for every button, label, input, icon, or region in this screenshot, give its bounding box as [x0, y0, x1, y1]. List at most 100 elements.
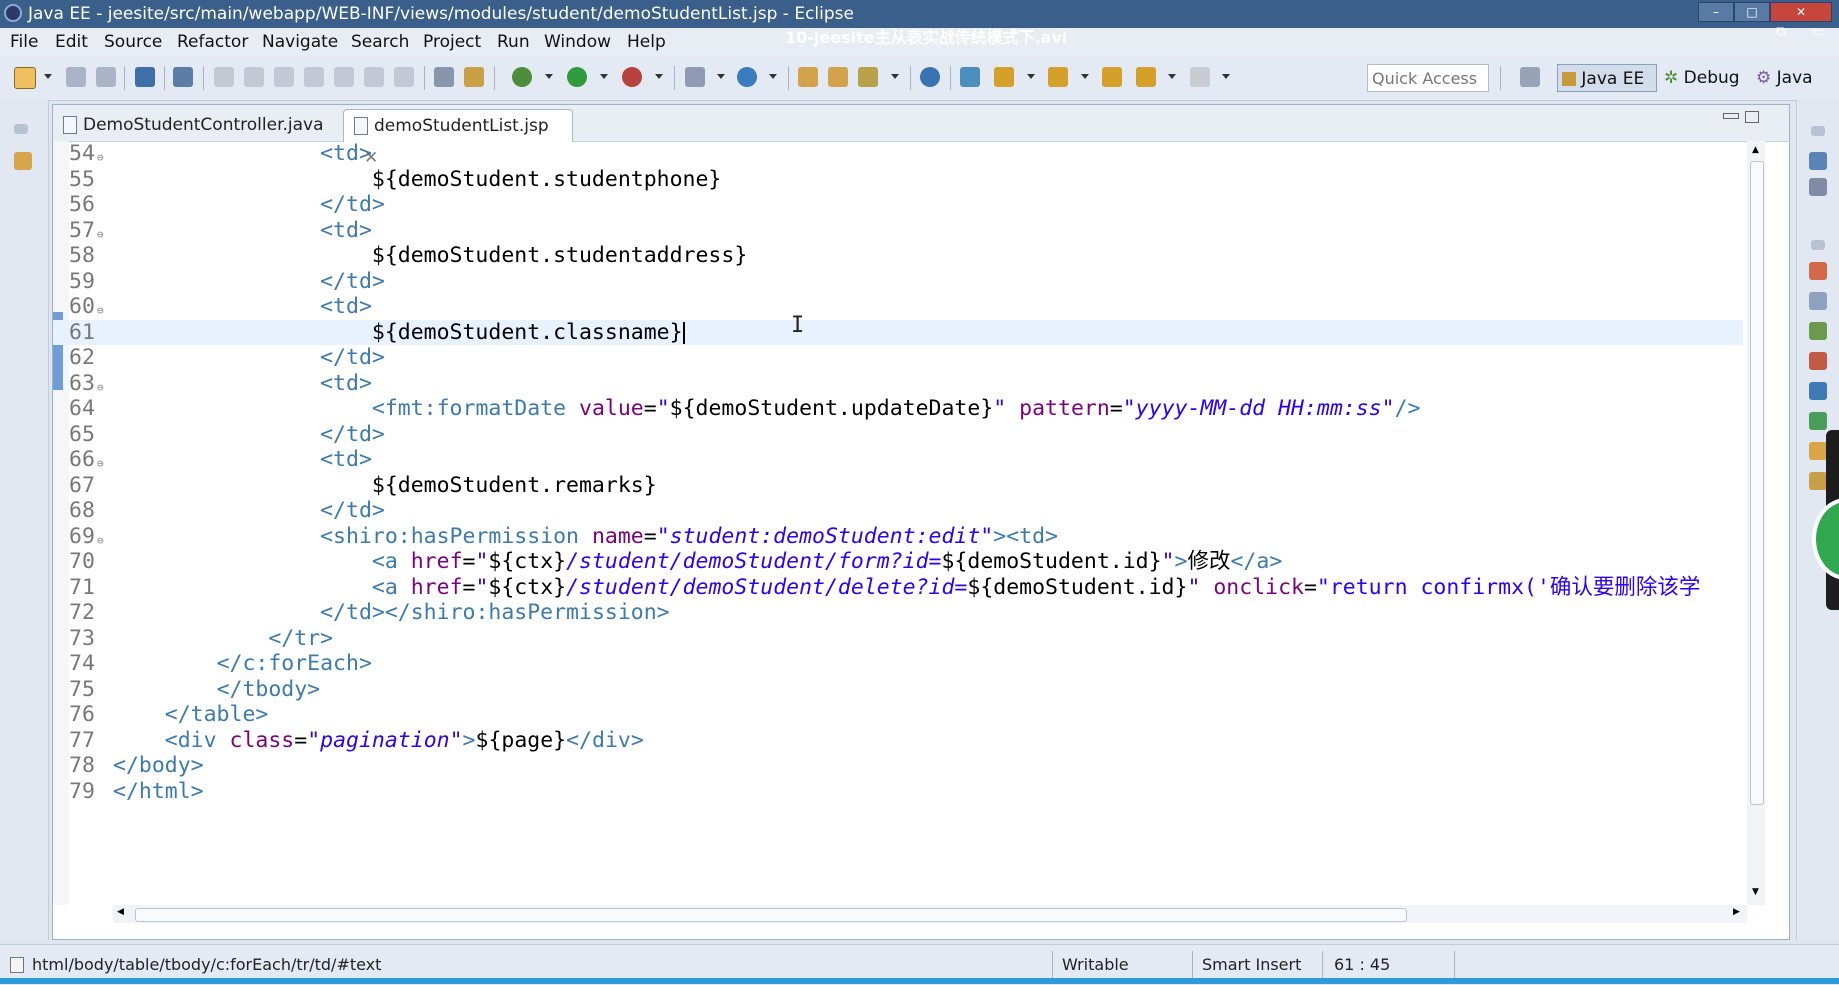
horizontal-scroll-thumb[interactable] [135, 908, 1407, 922]
restore-icon[interactable] [14, 124, 28, 134]
menu-project[interactable]: Project [423, 32, 481, 52]
code-line[interactable]: 70 <a href="${ctx}/student/demoStudent/f… [53, 549, 1743, 575]
code-line[interactable]: 63 ⊖ <td> [53, 371, 1743, 397]
code-line[interactable]: 54 ⊖ <td> [53, 141, 1743, 167]
prev-annotation-icon[interactable] [1048, 67, 1068, 87]
next-annotation-icon[interactable] [994, 67, 1014, 87]
minimize-icon[interactable]: ▭ [1812, 24, 1825, 40]
snippets-icon[interactable] [1809, 382, 1827, 400]
properties-icon[interactable] [1809, 292, 1827, 310]
task-list-icon[interactable] [1809, 178, 1827, 196]
tab-demostudentlist[interactable]: demoStudentList.jsp✕ [343, 109, 573, 168]
open-perspective-icon[interactable] [1520, 67, 1540, 87]
project-explorer-icon[interactable] [14, 152, 32, 170]
suspend-icon[interactable] [244, 67, 264, 87]
resume-icon[interactable] [214, 67, 234, 87]
code-line[interactable]: 76 </table> [53, 702, 1743, 728]
code-area[interactable]: 54 ⊖ <td> 55 ${demoStudent.studentphone} 56… [53, 141, 1743, 905]
web-browser-icon[interactable] [920, 67, 940, 87]
terminate-icon[interactable] [274, 67, 294, 87]
code-line[interactable]: 67 ${demoStudent.remarks} [53, 473, 1743, 499]
menu-navigate[interactable]: Navigate [262, 32, 338, 52]
last-edit-icon[interactable] [1102, 67, 1122, 87]
restore-window-icon[interactable]: ⧉ [1776, 24, 1786, 40]
code-line[interactable]: 59 </td> [53, 269, 1743, 295]
step-return-icon[interactable] [394, 67, 414, 87]
perspective-java[interactable]: ⚙ Java [1756, 64, 1813, 92]
vertical-scroll-thumb[interactable] [1750, 161, 1764, 805]
code-line[interactable]: 71 <a href="${ctx}/student/demoStudent/d… [53, 575, 1743, 601]
menu-edit[interactable]: Edit [55, 32, 88, 52]
new-package-dropdown-icon[interactable] [769, 74, 777, 79]
external-tools-dropdown-icon[interactable] [655, 74, 663, 79]
debug-dropdown-icon[interactable] [545, 74, 553, 79]
console-view-icon[interactable] [1809, 412, 1827, 430]
code-line[interactable]: 72 </td></shiro:hasPermission> [53, 600, 1743, 626]
close-button[interactable]: ✕ [1770, 2, 1832, 22]
forward-icon[interactable] [1190, 67, 1210, 87]
code-line[interactable]: 78 </body> [53, 753, 1743, 779]
annotation-icon[interactable] [960, 67, 980, 87]
horizontal-scrollbar[interactable]: ◀ ▶ [113, 905, 1747, 923]
perspective-debug[interactable]: ✲ Debug [1664, 64, 1740, 92]
code-line[interactable]: 60 ⊖ <td> [53, 294, 1743, 320]
search-view-icon[interactable] [1809, 442, 1827, 460]
back-dropdown-icon[interactable] [1168, 74, 1176, 79]
code-line[interactable]: 75 </tbody> [53, 677, 1743, 703]
menu-run[interactable]: Run [497, 32, 530, 52]
new-server-icon[interactable] [685, 67, 705, 87]
code-line[interactable]: 61 ${demoStudent.classname} [53, 319, 1743, 345]
external-tools-icon[interactable] [622, 67, 642, 87]
code-line[interactable]: 55 ${demoStudent.studentphone} [53, 167, 1743, 193]
save-all-icon[interactable] [96, 67, 116, 87]
skip-breakpoints-icon[interactable] [173, 67, 193, 87]
code-line[interactable]: 68 </td> [53, 498, 1743, 524]
perspective-java-ee[interactable]: Java EE [1557, 64, 1657, 92]
code-line[interactable]: 56 </td> [53, 192, 1743, 218]
prev-annotation-dropdown-icon[interactable] [1081, 74, 1089, 79]
restore-icon-right-2[interactable] [1811, 240, 1825, 250]
menu-source[interactable]: Source [104, 32, 162, 52]
code-line[interactable]: 73 </tr> [53, 626, 1743, 652]
code-line[interactable]: 66 ⊖ <td> [53, 447, 1743, 473]
minimize-button[interactable]: – [1698, 2, 1734, 22]
data-source-icon[interactable] [1809, 352, 1827, 370]
search-icon[interactable] [858, 67, 878, 87]
code-line[interactable]: 58 ${demoStudent.studentaddress} [53, 243, 1743, 269]
scroll-left-icon[interactable]: ◀ [117, 907, 124, 917]
scroll-up-icon[interactable]: ▲ [1752, 145, 1759, 155]
menu-file[interactable]: File [10, 32, 38, 52]
new-icon[interactable] [14, 67, 36, 89]
tab-democontroller[interactable]: DemoStudentController.java [63, 109, 341, 141]
code-line[interactable]: 69 ⊖ <shiro:hasPermission name="student:d… [53, 524, 1743, 550]
console-icon[interactable] [135, 67, 155, 87]
toggle-block-icon[interactable] [434, 67, 454, 87]
disconnect-icon[interactable] [304, 67, 324, 87]
editor-maximize-icon[interactable] [1745, 111, 1759, 123]
toggle-whitespace-icon[interactable] [464, 67, 484, 87]
restore-icon-right[interactable] [1811, 126, 1825, 136]
menu-search[interactable]: Search [351, 32, 409, 52]
back-icon[interactable] [1136, 67, 1156, 87]
code-line[interactable]: 65 </td> [53, 422, 1743, 448]
markers-icon[interactable] [1809, 262, 1827, 280]
code-line[interactable]: 64 <fmt:formatDate value="${demoStudent.… [53, 396, 1743, 422]
save-icon[interactable] [66, 67, 86, 87]
scroll-down-icon[interactable]: ▼ [1752, 887, 1759, 897]
code-line[interactable]: 79 </html> [53, 779, 1743, 805]
open-task-icon[interactable] [828, 67, 848, 87]
maximize-button[interactable]: □ [1734, 2, 1770, 22]
new-dropdown-icon[interactable] [44, 74, 52, 79]
open-type-icon[interactable] [798, 67, 818, 87]
run-icon[interactable] [567, 67, 587, 87]
code-line[interactable]: 74 </c:forEach> [53, 651, 1743, 677]
menu-window[interactable]: Window [544, 32, 611, 52]
junit-icon[interactable] [1809, 472, 1827, 490]
quick-access-input[interactable]: Quick Access [1367, 64, 1489, 92]
step-into-icon[interactable] [334, 67, 354, 87]
outline-icon[interactable] [1809, 152, 1827, 170]
new-package-icon[interactable] [737, 67, 757, 87]
forward-dropdown-icon[interactable] [1222, 74, 1230, 79]
run-dropdown-icon[interactable] [600, 74, 608, 79]
search-dropdown-icon[interactable] [891, 74, 899, 79]
